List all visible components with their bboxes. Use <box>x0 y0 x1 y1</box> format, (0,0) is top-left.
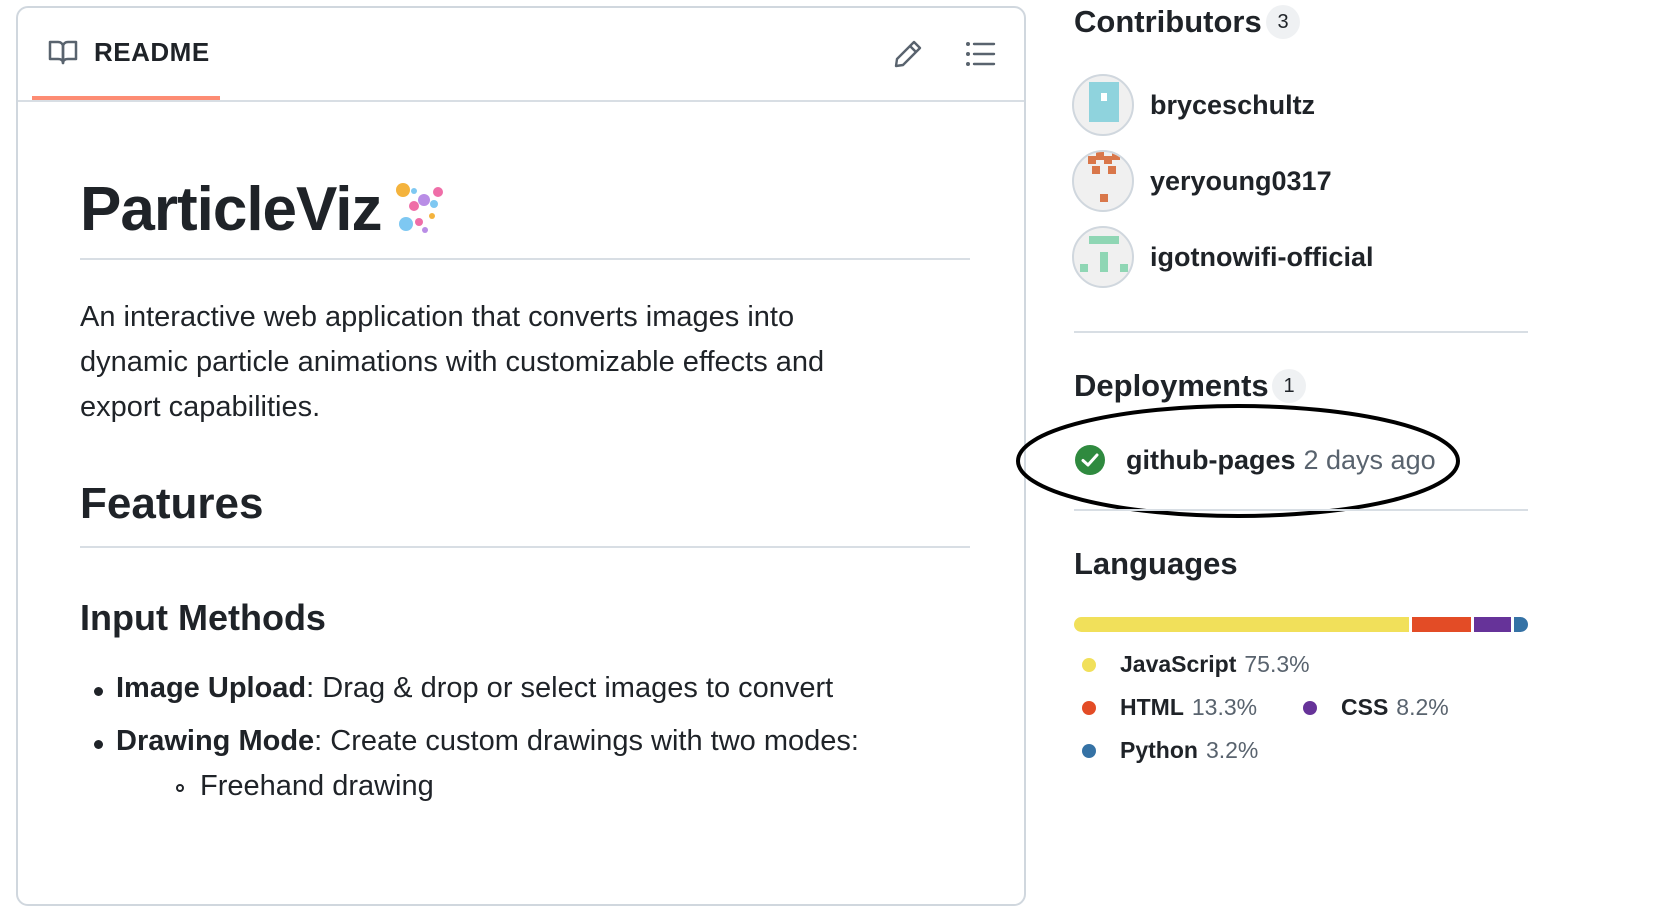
contributors-count-badge: 3 <box>1266 5 1300 39</box>
tab-readme[interactable]: README <box>32 8 220 100</box>
language-name: Python <box>1120 737 1198 763</box>
readme-description: An interactive web application that conv… <box>80 295 970 430</box>
features-heading: Features <box>80 472 970 548</box>
languages-title: Languages <box>1074 546 1238 581</box>
check-circle-icon <box>1075 445 1105 475</box>
readme-panel: README ParticleViz An interactive web ap… <box>16 6 1026 906</box>
readme-tab-label: README <box>94 36 210 67</box>
sparkles-emoji-icon <box>396 183 443 233</box>
deployments-count-badge: 1 <box>1272 369 1306 403</box>
description-line: dynamic particle animations with customi… <box>80 346 825 378</box>
description-line: export capabilities. <box>80 391 321 423</box>
language-item-css[interactable]: CSS 8.2% <box>1303 694 1449 721</box>
sidebar-divider <box>1074 331 1528 333</box>
contributor-item[interactable]: bryceschultz <box>1072 73 1315 137</box>
language-bar-segment <box>1474 617 1511 632</box>
contributor-item[interactable]: yeryoung0317 <box>1072 149 1332 213</box>
contributor-name: bryceschultz <box>1150 89 1316 120</box>
sub-list-item: Freehand drawing <box>176 770 434 802</box>
readme-header: README <box>18 8 1024 102</box>
readme-title-heading: ParticleViz <box>80 170 970 260</box>
list-item: Drawing Mode: Create custom drawings wit… <box>94 725 859 758</box>
sidebar-divider <box>1074 509 1528 511</box>
language-bar-segment <box>1074 617 1410 632</box>
deployment-name[interactable]: github-pages <box>1126 445 1296 476</box>
list-icon[interactable] <box>964 38 996 70</box>
pencil-icon[interactable] <box>892 38 924 70</box>
language-bar-segment <box>1513 617 1528 632</box>
deployment-time: 2 days ago <box>1303 444 1436 475</box>
list-item-title: Drawing Mode <box>116 725 315 757</box>
input-methods-heading: Input Methods <box>80 597 326 638</box>
language-item-javascript[interactable]: JavaScript 75.3% <box>1082 651 1310 678</box>
book-icon <box>48 40 78 65</box>
language-bar-segment <box>1412 617 1472 632</box>
language-item-html[interactable]: HTML 13.3% <box>1082 694 1257 721</box>
languages-progress-bar <box>1074 617 1528 632</box>
list-item: Image Upload: Drag & drop or select imag… <box>93 672 834 705</box>
language-name: JavaScript <box>1120 651 1237 677</box>
avatar <box>1072 226 1134 288</box>
language-percent: 8.2% <box>1396 694 1449 720</box>
page-title: ParticleViz <box>80 175 382 244</box>
contributor-name: igotnowifi-official <box>1150 241 1374 272</box>
deployments-title[interactable]: Deployments <box>1074 368 1269 404</box>
language-color-dot <box>1082 657 1096 672</box>
language-name: CSS <box>1341 694 1389 720</box>
language-name: HTML <box>1120 694 1184 720</box>
language-percent: 75.3% <box>1244 651 1310 677</box>
language-percent: 3.2% <box>1205 737 1259 763</box>
contributors-title[interactable]: Contributors <box>1074 4 1262 40</box>
language-color-dot <box>1303 700 1317 715</box>
language-percent: 13.3% <box>1191 694 1258 720</box>
language-color-dot <box>1082 700 1096 715</box>
avatar <box>1072 150 1134 212</box>
language-color-dot <box>1082 743 1096 758</box>
avatar <box>1072 74 1134 136</box>
language-item-python[interactable]: Python 3.2% <box>1082 737 1258 764</box>
contributor-name: yeryoung0317 <box>1150 165 1332 196</box>
contributor-item[interactable]: igotnowifi-official <box>1072 225 1373 289</box>
list-item-text: : Create custom drawings with two modes: <box>314 725 859 757</box>
list-item-title: Image Upload <box>116 672 307 704</box>
description-line: An interactive web application that conv… <box>80 301 795 333</box>
list-item-text: : Drag & drop or select images to conver… <box>306 672 834 704</box>
deployment-item[interactable]: github-pages 2 days ago <box>1074 442 1436 478</box>
